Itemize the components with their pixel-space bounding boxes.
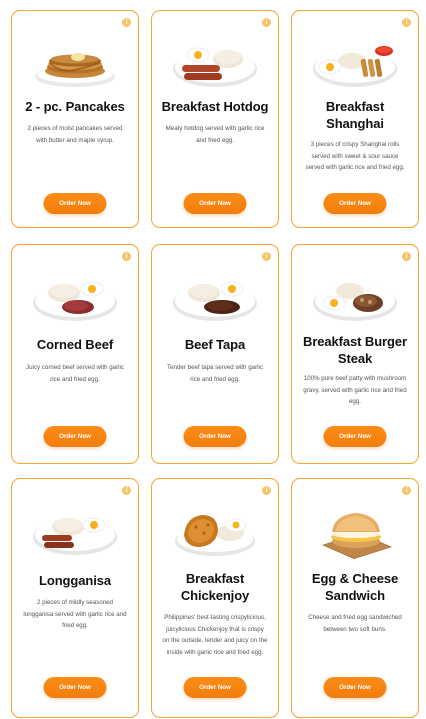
item-title: Egg & Cheese Sandwich xyxy=(311,571,399,603)
menu-card-hotdog[interactable]: i Breakfast Hotdog Meaty hotdog served w… xyxy=(151,10,279,228)
item-title: Longganisa xyxy=(39,573,111,588)
order-now-button[interactable]: Order Now xyxy=(43,426,107,447)
info-icon[interactable]: i xyxy=(402,252,411,261)
item-description: Juicy corned beef served with garlic ric… xyxy=(25,364,124,383)
info-icon[interactable]: i xyxy=(262,486,271,495)
info-icon[interactable]: i xyxy=(122,252,131,261)
menu-card-burger-steak[interactable]: i Breakfast Burger Steak 100% pure beef … xyxy=(291,244,419,464)
chickenjoy-plate-photo xyxy=(175,515,255,556)
info-icon[interactable]: i xyxy=(262,252,271,261)
item-description: Cheese and fried egg sandwiched between … xyxy=(308,614,402,633)
order-now-button[interactable]: Order Now xyxy=(323,193,387,214)
order-now-button[interactable]: Order Now xyxy=(43,193,107,214)
item-title: Breakfast Shanghai xyxy=(325,99,385,131)
order-now-button[interactable]: Order Now xyxy=(323,426,387,447)
pancakes-photo xyxy=(35,53,115,87)
menu-card-beef-tapa[interactable]: i Beef Tapa Tender beef tapa served with… xyxy=(151,244,279,464)
menu-card-longganisa[interactable]: i Longganisa 2 pieces of mildly seasoned… xyxy=(11,478,139,718)
item-description: 3 pieces of crispy Shanghai rolls served… xyxy=(305,141,405,171)
beef-tapa-plate-photo xyxy=(173,281,257,321)
shanghai-plate-photo xyxy=(313,46,397,87)
item-description: 2 pieces of mildly seasoned longganisa s… xyxy=(23,599,127,629)
menu-card-pancakes[interactable]: i 2 - pc. Pancakes 2 pieces of moist pan… xyxy=(11,10,139,228)
info-icon[interactable]: i xyxy=(402,18,411,27)
item-title: Breakfast Burger Steak xyxy=(303,334,407,366)
info-icon[interactable]: i xyxy=(122,18,131,27)
order-now-button[interactable]: Order Now xyxy=(183,193,247,214)
item-title: Breakfast Chickenjoy xyxy=(180,571,250,603)
menu-grid: i 2 - pc. Pancakes 2 pieces of moist pan… xyxy=(0,0,426,719)
order-now-button[interactable]: Order Now xyxy=(183,426,247,447)
menu-card-chickenjoy[interactable]: i Breakfast Chickenjoy Philippines' best… xyxy=(151,478,279,718)
info-icon[interactable]: i xyxy=(262,18,271,27)
menu-card-shanghai[interactable]: i Breakfast Shanghai 3 pieces of crispy … xyxy=(291,10,419,228)
menu-card-corned-beef[interactable]: i Corned Beef Juicy corned beef served w… xyxy=(11,244,139,464)
order-now-button[interactable]: Order Now xyxy=(43,677,107,698)
item-title: Corned Beef xyxy=(36,337,114,352)
item-description: Tender beef tapa served with garlic rice… xyxy=(167,364,263,383)
item-description: Meaty hotdog served with garlic rice and… xyxy=(165,125,265,144)
burger-steak-plate-photo xyxy=(313,283,397,321)
item-title: Beef Tapa xyxy=(184,337,246,352)
egg-cheese-sandwich-photo xyxy=(322,513,392,559)
item-title: 2 - pc. Pancakes xyxy=(25,99,125,114)
item-title: Breakfast Hotdog xyxy=(161,99,269,114)
menu-card-egg-cheese-sandwich[interactable]: i Egg & Cheese Sandwich Cheese and fried… xyxy=(291,478,419,718)
hotdog-plate-photo xyxy=(173,47,257,87)
item-description: 100% pure beef patty with mushroom gravy… xyxy=(303,375,407,405)
info-icon[interactable]: i xyxy=(122,486,131,495)
longganisa-plate-photo xyxy=(33,517,117,555)
order-now-button[interactable]: Order Now xyxy=(323,677,387,698)
info-icon[interactable]: i xyxy=(402,486,411,495)
corned-beef-plate-photo xyxy=(33,281,117,321)
order-now-button[interactable]: Order Now xyxy=(183,677,247,698)
item-description: Philippines' best-tasting crispylicious,… xyxy=(162,614,268,656)
item-description: 2 pieces of moist pancakes served with b… xyxy=(27,125,123,144)
